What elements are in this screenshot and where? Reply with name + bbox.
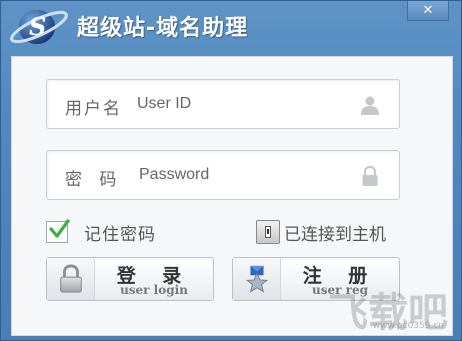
close-icon: ✕ [422, 3, 434, 18]
watermark-url: www.pc0359.cn [372, 321, 444, 331]
password-field[interactable]: 密 码 Password [46, 150, 400, 200]
remember-label: 记住密码 [84, 224, 156, 245]
remember-password[interactable]: 记住密码 [46, 219, 156, 245]
checkmark-icon [49, 219, 70, 238]
remember-checkbox[interactable] [46, 219, 70, 243]
window-title: 超级站-域名助理 [77, 16, 249, 41]
login-button[interactable]: 登 录 user login [46, 257, 214, 301]
password-placeholder: Password [139, 166, 210, 183]
password-label: 密 码 [65, 170, 123, 190]
register-button-icon-box [233, 258, 281, 300]
connection-status-text: 已连接到主机 [284, 224, 386, 245]
login-panel: 用户名 User ID 密 码 Password 记住密码 已连接到主机 登 录… [11, 56, 453, 336]
lock-icon [362, 165, 378, 186]
connection-status: 已连接到主机 [256, 219, 386, 245]
username-placeholder: User ID [137, 95, 192, 112]
app-logo-icon: S [10, 10, 68, 44]
title-bar[interactable]: S 超级站-域名助理 ✕ [1, 1, 461, 51]
svg-text:S: S [29, 12, 46, 41]
username-field[interactable]: 用户名 User ID [46, 79, 400, 129]
star-badge-icon [245, 265, 268, 293]
padlock-icon [59, 264, 82, 293]
login-button-sublabel: user login [120, 283, 188, 297]
app-window: S 超级站-域名助理 ✕ 用户名 User ID 密 码 Password 记住… [0, 0, 462, 341]
login-button-icon-box [47, 258, 95, 300]
connection-icon [256, 220, 280, 244]
user-icon [361, 96, 379, 115]
username-label: 用户名 [65, 99, 122, 119]
close-button[interactable]: ✕ [407, 1, 449, 21]
